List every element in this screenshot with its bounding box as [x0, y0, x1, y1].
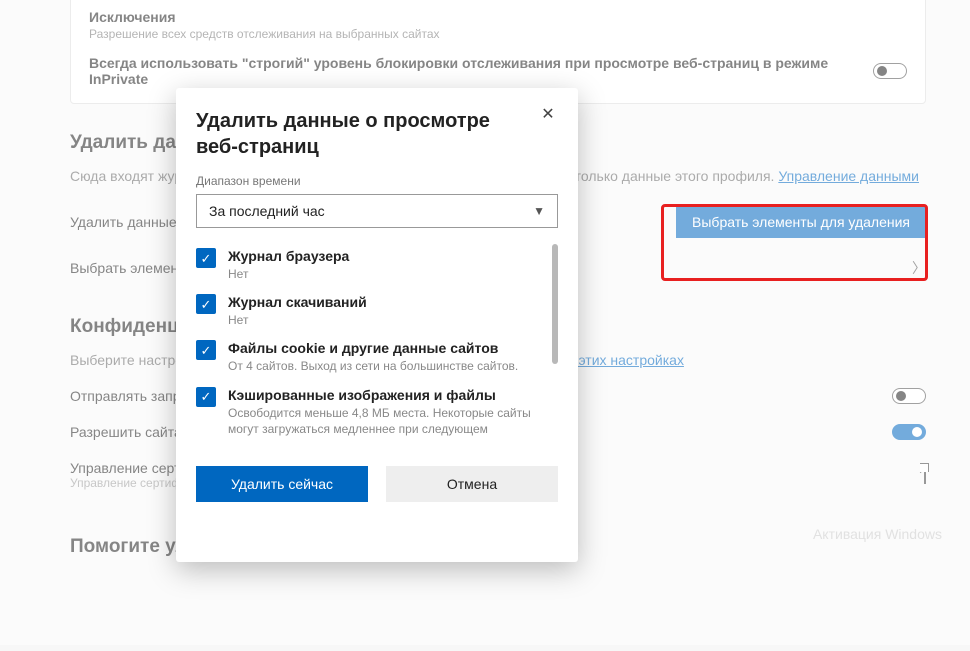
cancel-button[interactable]: Отмена — [386, 466, 558, 502]
time-range-label: Диапазон времени — [196, 174, 558, 188]
dialog-title: Удалить данные о просмотре веб-страниц — [196, 108, 496, 160]
clear-browsing-data-dialog: ✕ Удалить данные о просмотре веб-страниц… — [176, 88, 578, 562]
close-icon: ✕ — [541, 104, 554, 124]
checkbox-cookies[interactable]: ✓ — [196, 340, 216, 360]
item-title: Журнал браузера — [228, 248, 349, 264]
list-item: ✓ Журнал скачиваний Нет — [196, 288, 546, 334]
item-subtitle: Нет — [228, 266, 349, 282]
checkbox-browsing-history[interactable]: ✓ — [196, 248, 216, 268]
item-subtitle: Нет — [228, 312, 367, 328]
list-item: ✓ Кэшированные изображения и файлы Освоб… — [196, 381, 546, 443]
checkbox-cached-images[interactable]: ✓ — [196, 387, 216, 407]
time-range-value: За последний час — [209, 203, 325, 219]
windows-activation-watermark: Активация Windows — [813, 526, 942, 542]
close-button[interactable]: ✕ — [536, 102, 560, 126]
item-subtitle: Освободится меньше 4,8 МБ места. Некотор… — [228, 405, 546, 437]
scrollbar-thumb[interactable] — [552, 244, 558, 364]
payment-check-toggle[interactable] — [892, 424, 926, 440]
dialog-actions: Удалить сейчас Отмена — [196, 466, 558, 502]
strict-inprivate-toggle[interactable] — [873, 63, 907, 79]
choose-what-to-clear-button[interactable]: Выбрать элементы для удаления — [676, 206, 926, 238]
card-title: Исключения — [89, 9, 907, 25]
external-link-icon — [924, 467, 926, 483]
time-range-select[interactable]: За последний час ▼ — [196, 194, 558, 228]
clear-now-button[interactable]: Удалить сейчас — [196, 466, 368, 502]
strict-inprivate-label: Всегда использовать "строгий" уровень бл… — [89, 55, 829, 87]
data-type-list: ✓ Журнал браузера Нет ✓ Журнал скачивани… — [196, 242, 558, 462]
checkbox-download-history[interactable]: ✓ — [196, 294, 216, 314]
checkmark-icon: ✓ — [201, 344, 212, 357]
strict-inprivate-row: Всегда использовать "строгий" уровень бл… — [89, 55, 907, 87]
list-item: ✓ Файлы cookie и другие данные сайтов От… — [196, 334, 546, 380]
checkmark-icon: ✓ — [201, 298, 212, 311]
item-subtitle: От 4 сайтов. Выход из сети на большинств… — [228, 358, 518, 374]
item-title: Файлы cookie и другие данные сайтов — [228, 340, 518, 356]
chevron-down-icon: ▼ — [533, 204, 545, 218]
list-item: ✓ Журнал браузера Нет — [196, 242, 546, 288]
checkmark-icon: ✓ — [201, 252, 212, 265]
checkmark-icon: ✓ — [201, 390, 212, 403]
card-subtitle: Разрешение всех средств отслеживания на … — [89, 27, 907, 41]
item-title: Кэшированные изображения и файлы — [228, 387, 546, 403]
do-not-track-toggle[interactable] — [892, 388, 926, 404]
manage-data-link[interactable]: Управление данными — [778, 168, 919, 184]
item-title: Журнал скачиваний — [228, 294, 367, 310]
chevron-right-icon: 〉 — [912, 258, 926, 278]
